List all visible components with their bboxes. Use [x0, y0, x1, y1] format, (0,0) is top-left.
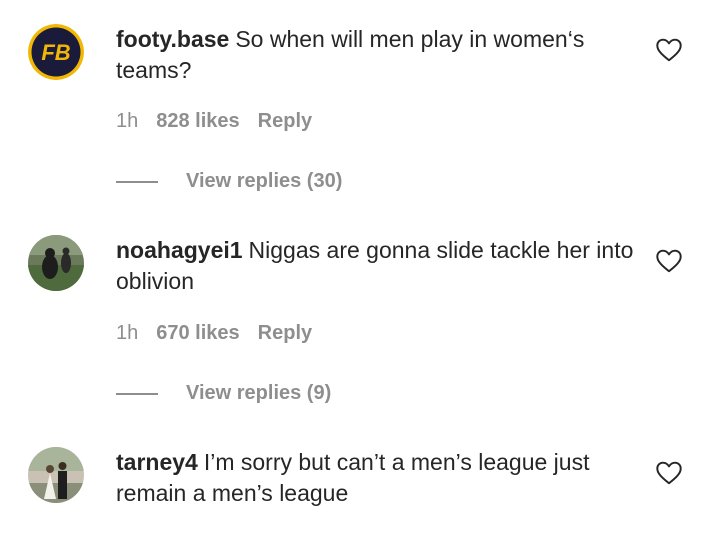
svg-text:FB: FB [41, 40, 70, 65]
comment-text: footy.base So when will men play in women… [116, 24, 636, 86]
comment-username[interactable]: noahagyei1 [116, 237, 243, 263]
likes-count[interactable]: 670 likes [156, 322, 239, 344]
comment-meta: 1h 670 likes Reply [116, 321, 330, 345]
heart-icon[interactable] [656, 38, 682, 62]
comment-text: tarney4 I’m sorry but can’t a men’s leagu… [116, 447, 636, 509]
reply-button[interactable]: Reply [258, 322, 312, 344]
view-replies-label: View replies (30) [186, 170, 343, 192]
view-replies-label: View replies (9) [186, 382, 332, 404]
heart-icon[interactable] [656, 249, 682, 273]
comment-username[interactable]: footy.base [116, 26, 229, 52]
comment-username[interactable]: tarney4 [116, 449, 198, 475]
divider-line [116, 181, 158, 183]
likes-count[interactable]: 828 likes [156, 110, 239, 132]
heart-icon[interactable] [656, 461, 682, 485]
avatar[interactable]: FB [28, 24, 84, 80]
avatar[interactable] [28, 447, 84, 503]
comment-time: 1h [116, 110, 139, 132]
divider-line [116, 393, 158, 395]
photo-avatar-icon [28, 235, 84, 291]
fb-logo-avatar-icon: FB [28, 24, 84, 80]
comment-meta: 1h 828 likes Reply [116, 109, 330, 133]
wedding-photo-avatar-icon [28, 447, 84, 503]
avatar[interactable] [28, 235, 84, 291]
comment-time: 1h [116, 322, 139, 344]
reply-button[interactable]: Reply [258, 110, 312, 132]
comment-text: noahagyei1 Niggas are gonna slide tackle … [116, 235, 636, 297]
